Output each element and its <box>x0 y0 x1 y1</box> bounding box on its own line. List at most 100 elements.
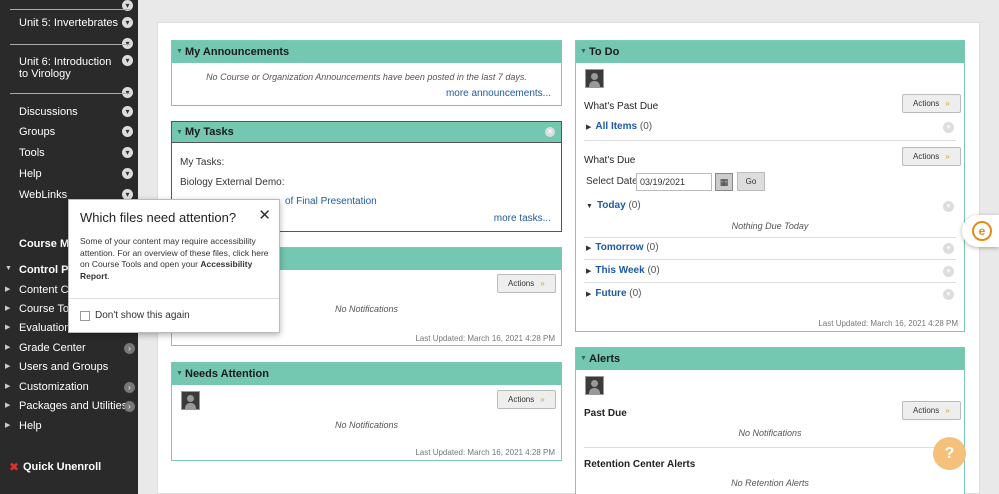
chevron-down-icon: » <box>540 279 545 288</box>
triangle-right-icon[interactable]: ▶ <box>5 304 10 312</box>
avatar <box>181 391 200 410</box>
divider <box>69 298 279 299</box>
past-due-label: Past Due <box>584 408 627 419</box>
triangle-down-icon[interactable]: ▼ <box>580 348 587 370</box>
triangle-down-icon[interactable]: ▼ <box>5 265 12 272</box>
course-management-heading: Course Ma <box>19 238 76 250</box>
ally-icon: e <box>972 221 992 241</box>
needs-attention-module: ▼ Needs Attention Actions» No Notificati… <box>171 362 562 461</box>
calendar-icon[interactable]: ▦ <box>715 173 733 191</box>
chevron-down-icon[interactable]: ▾ <box>943 289 954 300</box>
triangle-right-icon[interactable]: ▶ <box>5 401 10 409</box>
divider <box>584 282 956 283</box>
sidebar-item-help[interactable]: Help <box>19 168 138 180</box>
avatar <box>585 69 604 88</box>
close-icon[interactable]: ✕ <box>258 206 271 224</box>
sidebar-item-packages-utilities[interactable]: Packages and Utilities <box>19 400 138 412</box>
triangle-down-icon[interactable]: ▼ <box>580 41 587 63</box>
triangle-right-icon: ▶ <box>586 268 592 275</box>
retention-label: Retention Center Alerts <box>584 459 696 470</box>
sidebar-item-users-groups[interactable]: Users and Groups <box>19 361 138 373</box>
ally-float-button[interactable]: e <box>962 215 999 247</box>
all-items-row[interactable]: ▶ All Items (0) <box>586 121 652 132</box>
last-updated: Last Updated: March 16, 2021 4:28 PM <box>415 448 555 457</box>
divider <box>10 9 130 10</box>
triangle-down-icon[interactable]: ▼ <box>176 363 183 385</box>
chevron-right-icon[interactable]: › <box>124 401 135 412</box>
date-input[interactable]: 03/19/2021 <box>636 173 712 191</box>
nothing-due-text: Nothing Due Today <box>731 221 809 231</box>
more-announcements-link[interactable]: more announcements... <box>446 88 551 99</box>
actions-button[interactable]: Actions» <box>902 94 961 113</box>
chevron-down-icon[interactable]: ▾ <box>943 243 954 254</box>
triangle-right-icon[interactable]: ▶ <box>5 382 10 390</box>
triangle-down-icon: ▼ <box>586 203 593 210</box>
retention-empty-text: No Retention Alerts <box>731 478 809 488</box>
last-updated: Last Updated: March 16, 2021 4:28 PM <box>818 319 958 328</box>
actions-button[interactable]: Actions» <box>497 274 556 293</box>
triangle-right-icon: ▶ <box>586 124 592 131</box>
alerts-module: ▼ Alerts Past Due Actions» No Notificati… <box>575 347 965 494</box>
empty-text: No Notifications <box>334 420 399 430</box>
divider <box>584 237 956 238</box>
empty-text: No Notifications <box>738 428 802 438</box>
chevron-down-icon[interactable]: ▾ <box>943 266 954 277</box>
sidebar-item-unit5[interactable]: Unit 5: Invertebrates <box>19 17 138 29</box>
chevron-down-icon[interactable]: ▾ <box>122 126 133 137</box>
sidebar-item-control-help[interactable]: Help <box>19 420 138 432</box>
help-icon[interactable]: ? <box>933 437 966 470</box>
announcements-module: ▼ My Announcements No Course or Organiza… <box>171 40 562 106</box>
chevron-down-icon[interactable]: ▾ <box>122 147 133 158</box>
dont-show-checkbox[interactable] <box>80 311 90 321</box>
dont-show-label[interactable]: Don't show this again <box>95 310 190 321</box>
more-tasks-link[interactable]: more tasks... <box>494 213 551 224</box>
chevron-down-icon[interactable]: ▾ <box>122 55 133 66</box>
chevron-down-icon[interactable]: ▾ <box>122 168 133 179</box>
go-button[interactable]: Go <box>737 172 765 191</box>
actions-button[interactable]: Actions» <box>497 390 556 409</box>
chevron-right-icon[interactable]: › <box>124 382 135 393</box>
triangle-right-icon: ▶ <box>586 291 592 298</box>
chevron-right-icon[interactable]: › <box>124 343 135 354</box>
triangle-right-icon[interactable]: ▶ <box>5 323 10 331</box>
triangle-down-icon[interactable]: ▼ <box>176 122 183 143</box>
sidebar-item-unit6[interactable]: Unit 6: Introduction to Virology <box>19 56 119 80</box>
close-icon[interactable]: × <box>545 127 555 137</box>
sidebar-item-groups[interactable]: Groups <box>19 126 138 138</box>
this-week-row[interactable]: ▶ This Week (0) <box>586 265 660 276</box>
todo-module: ▼ To Do What's Past Due Actions» ▶ All It… <box>575 40 965 332</box>
actions-button[interactable]: Actions» <box>902 147 961 166</box>
actions-button[interactable]: Actions» <box>902 401 961 420</box>
future-row[interactable]: ▶ Future (0) <box>586 288 642 299</box>
module-title: To Do <box>589 46 620 58</box>
accessibility-popup: Which files need attention? ✕ Some of yo… <box>68 199 280 333</box>
triangle-down-icon[interactable]: ▼ <box>176 41 183 63</box>
chevron-down-icon[interactable]: ▾ <box>943 122 954 133</box>
chevron-down-icon[interactable]: ▾ <box>122 17 133 28</box>
last-updated: Last Updated: March 16, 2021 4:28 PM <box>415 334 555 343</box>
chevron-down-icon: » <box>945 99 950 108</box>
tomorrow-row[interactable]: ▶ Tomorrow (0) <box>586 242 659 253</box>
module-header: ▼ My Tasks × <box>172 122 561 143</box>
chevron-down-icon[interactable]: ▾ <box>122 106 133 117</box>
popup-body: Some of your content may require accessi… <box>80 236 269 281</box>
sidebar-item-discussions[interactable]: Discussions <box>19 106 138 118</box>
triangle-right-icon: ▶ <box>586 245 592 252</box>
chevron-down-icon[interactable]: ▾ <box>943 201 954 212</box>
module-title: My Tasks <box>185 126 234 138</box>
chevron-down-icon: » <box>945 152 950 161</box>
sidebar-item-customization[interactable]: Customization <box>19 381 138 393</box>
triangle-right-icon[interactable]: ▶ <box>5 421 10 429</box>
sidebar-item-tools[interactable]: Tools <box>19 147 138 159</box>
triangle-right-icon[interactable]: ▶ <box>5 285 10 293</box>
control-panel-heading[interactable]: Control Pa <box>19 264 75 276</box>
sidebar-item-grade-center[interactable]: Grade Center <box>19 342 138 354</box>
task-link[interactable]: of Final Presentation <box>285 196 377 207</box>
empty-text: No Course or Organization Announcements … <box>206 72 527 82</box>
triangle-right-icon[interactable]: ▶ <box>5 362 10 370</box>
divider <box>584 259 956 260</box>
triangle-right-icon[interactable]: ▶ <box>5 343 10 351</box>
today-row[interactable]: ▼ Today (0) <box>586 200 641 211</box>
quick-unenroll-link[interactable]: Quick Unenroll <box>23 461 101 473</box>
module-header: ▼ My Announcements <box>172 41 561 63</box>
